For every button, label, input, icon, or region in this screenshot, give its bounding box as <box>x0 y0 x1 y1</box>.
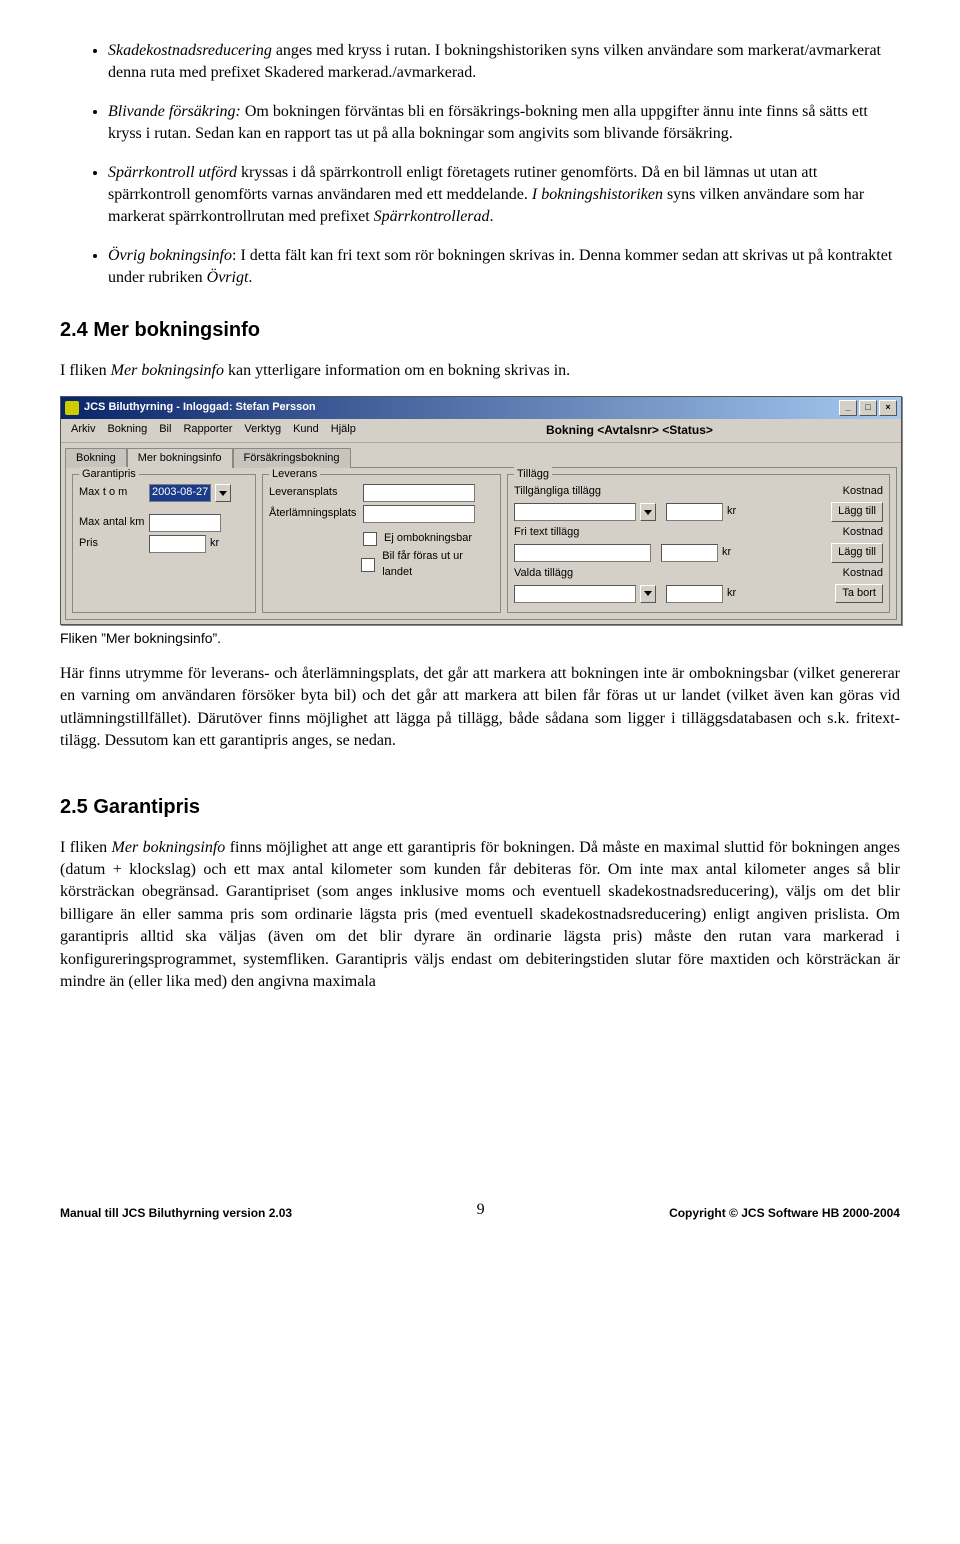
button-laggtill-2[interactable]: Lägg till <box>831 543 883 562</box>
group-tillagg: Tillägg Tillgängliga tillägg Kostnad kr … <box>507 474 890 613</box>
input-maxkm[interactable] <box>149 514 221 532</box>
figure-caption: Fliken ”Mer bokningsinfo”. <box>60 629 900 649</box>
text: I fliken <box>60 362 111 379</box>
input-tillgangliga[interactable] <box>514 503 636 521</box>
input-kostnad3[interactable] <box>666 585 723 603</box>
maximize-button[interactable]: □ <box>859 400 877 416</box>
text: kan ytterligare information om en boknin… <box>224 362 570 379</box>
label-fritext: Fri text tillägg <box>514 525 609 540</box>
menu-bil[interactable]: Bil <box>155 421 175 440</box>
window-title: JCS Biluthyrning - Inloggad: Stefan Pers… <box>84 400 316 415</box>
tab-panel: Garantipris Max t o m 2003-08-27 Max ant… <box>65 467 897 620</box>
menu-rapporter[interactable]: Rapporter <box>179 421 236 440</box>
app-icon <box>65 401 79 415</box>
paragraph: I fliken Mer bokningsinfo finns möjlighe… <box>60 837 900 994</box>
paragraph: I fliken Mer bokningsinfo kan ytterligar… <box>60 360 900 382</box>
titlebar: JCS Biluthyrning - Inloggad: Stefan Pers… <box>61 397 901 419</box>
page-number: 9 <box>477 1199 485 1221</box>
bullet-item: Spärrkontroll utförd kryssas i då spärrk… <box>108 162 900 229</box>
label-maxtom: Max t o m <box>79 485 145 500</box>
group-legend: Garantipris <box>79 467 139 482</box>
text: finns möjlighet att ange ett garantipris… <box>60 839 900 990</box>
menubar: Arkiv Bokning Bil Rapporter Verktyg Kund… <box>61 419 901 443</box>
term: Skadekostnadsreducering <box>108 42 272 59</box>
heading-2-5: 2.5 Garantipris <box>60 793 900 821</box>
input-aterplats[interactable] <box>363 505 475 523</box>
footer-left: Manual till JCS Biluthyrning version 2.0… <box>60 1205 292 1222</box>
term: Övrig bokningsinfo <box>108 247 232 264</box>
checkbox-ejombok[interactable] <box>363 532 377 546</box>
input-kostnad2[interactable] <box>661 544 718 562</box>
page-footer: Manual till JCS Biluthyrning version 2.0… <box>60 1193 900 1221</box>
term: Övrigt <box>207 269 249 286</box>
dropdown-icon[interactable] <box>640 585 656 603</box>
group-leverans: Leverans Leveransplats Återlämningsplats… <box>262 474 501 613</box>
label-levplats: Leveransplats <box>269 485 359 500</box>
label-kostnad: Kostnad <box>843 484 883 499</box>
heading-2-4: 2.4 Mer bokningsinfo <box>60 316 900 344</box>
window-controls: _ □ × <box>839 400 897 416</box>
group-legend: Tillägg <box>514 467 552 482</box>
term: Spärrkontrollerad <box>374 208 490 225</box>
unit-kr: kr <box>727 586 736 601</box>
footer-right: Copyright © JCS Software HB 2000-2004 <box>669 1205 900 1222</box>
menu-kund[interactable]: Kund <box>289 421 323 440</box>
tab-strip: Bokning Mer bokningsinfo Försäkringsbokn… <box>61 443 901 467</box>
button-laggtill-1[interactable]: Lägg till <box>831 502 883 521</box>
label-tillgangliga: Tillgängliga tillägg <box>514 484 609 499</box>
close-button[interactable]: × <box>879 400 897 416</box>
input-levplats[interactable] <box>363 484 475 502</box>
bullet-item: Blivande försäkring: Om bokningen förvän… <box>108 101 900 146</box>
tab-forsakringsbokning[interactable]: Försäkringsbokning <box>233 448 351 468</box>
bullet-item: Övrig bokningsinfo: I detta fält kan fri… <box>108 245 900 290</box>
text: I fliken <box>60 839 112 856</box>
label-maxkm: Max antal km <box>79 515 145 530</box>
term: I bokningshistoriken <box>532 186 663 203</box>
term: Spärrkontroll utförd <box>108 164 237 181</box>
input-fritext[interactable] <box>514 544 651 562</box>
input-pris[interactable] <box>149 535 206 553</box>
date-dropdown-icon[interactable] <box>215 484 231 502</box>
form-title: Bokning <Avtalsnr> <Status> <box>364 421 895 440</box>
minimize-button[interactable]: _ <box>839 400 857 416</box>
menu-bokning[interactable]: Bokning <box>103 421 151 440</box>
term: Mer bokningsinfo <box>111 362 224 379</box>
menu-arkiv[interactable]: Arkiv <box>67 421 99 440</box>
menu-verktyg[interactable]: Verktyg <box>240 421 285 440</box>
label-kostnad: Kostnad <box>843 525 883 540</box>
button-tabort[interactable]: Ta bort <box>835 584 883 603</box>
label-ejombok: Ej ombokningsbar <box>384 531 472 546</box>
bullet-list: Skadekostnadsreducering anges med kryss … <box>60 40 900 290</box>
unit-kr: kr <box>727 504 736 519</box>
dropdown-icon[interactable] <box>640 503 656 521</box>
group-garantipris: Garantipris Max t o m 2003-08-27 Max ant… <box>72 474 256 613</box>
menu-hjalp[interactable]: Hjälp <box>327 421 360 440</box>
label-pris: Pris <box>79 536 145 551</box>
text: . <box>490 208 494 225</box>
app-window: JCS Biluthyrning - Inloggad: Stefan Pers… <box>60 396 902 626</box>
term: Mer bokningsinfo <box>112 839 226 856</box>
tab-mer-bokningsinfo[interactable]: Mer bokningsinfo <box>127 448 233 468</box>
date-input[interactable]: 2003-08-27 <box>149 484 211 502</box>
input-valda[interactable] <box>514 585 636 603</box>
label-kostnad: Kostnad <box>843 566 883 581</box>
unit-kr: kr <box>210 536 219 551</box>
label-valda: Valda tillägg <box>514 566 609 581</box>
label-bilutland: Bil får föras ut ur landet <box>382 549 494 580</box>
text: . <box>248 269 252 286</box>
bullet-item: Skadekostnadsreducering anges med kryss … <box>108 40 900 85</box>
paragraph: Här finns utrymme för leverans- och åter… <box>60 663 900 753</box>
input-kostnad1[interactable] <box>666 503 723 521</box>
group-legend: Leverans <box>269 467 320 482</box>
term: Blivande försäkring: <box>108 103 241 120</box>
checkbox-bilutland[interactable] <box>361 558 375 572</box>
label-aterplats: Återlämningsplats <box>269 506 359 521</box>
unit-kr: kr <box>722 545 731 560</box>
date-value: 2003-08-27 <box>152 485 208 500</box>
tab-bokning[interactable]: Bokning <box>65 448 127 468</box>
